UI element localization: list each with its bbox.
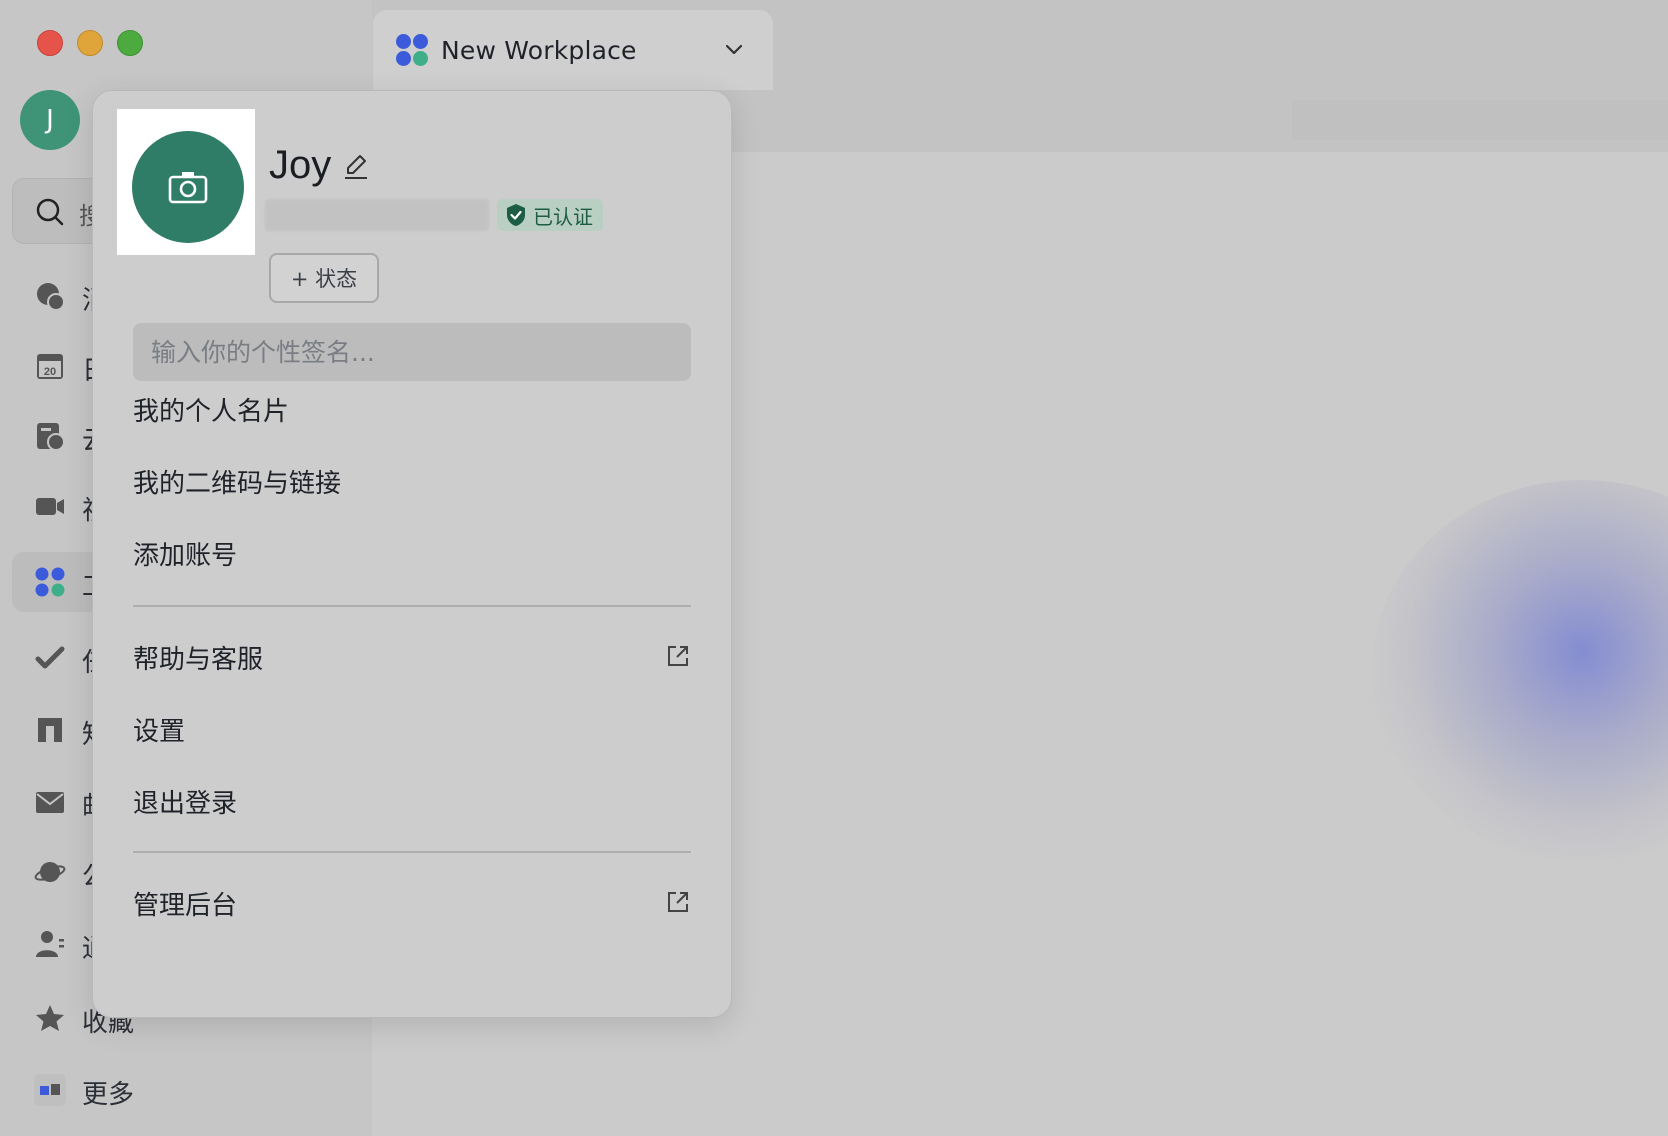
add-status-button[interactable]: + 状态 <box>269 253 379 303</box>
window-zoom-button[interactable] <box>117 30 143 56</box>
background-gradient <box>1372 480 1668 860</box>
video-meeting-icon <box>36 498 64 515</box>
menu-item-label: 帮助与客服 <box>133 644 264 675</box>
toolbar-placeholder <box>1292 100 1668 140</box>
cloud-docs-icon <box>37 423 65 451</box>
menu-item-profile-card[interactable]: 我的个人名片 <box>133 381 691 437</box>
app-window: New Workplace J 搜 消 20 日 <box>0 0 1668 1136</box>
sidebar-item-more[interactable]: 更多 <box>12 1060 172 1120</box>
search-icon <box>36 198 64 226</box>
star-icon <box>36 1005 64 1031</box>
window-minimize-button[interactable] <box>77 30 103 56</box>
menu-item-settings[interactable]: 设置 <box>133 701 691 757</box>
menu-item-label: 我的个人名片 <box>133 396 290 427</box>
workspace-title: New Workplace <box>441 35 637 65</box>
menu-divider <box>133 605 691 607</box>
menu-divider <box>133 851 691 853</box>
verified-shield-icon <box>507 204 525 226</box>
status-button-label: + 状态 <box>290 267 358 291</box>
menu-item-label: 添加账号 <box>133 540 238 571</box>
edit-name-icon[interactable] <box>343 153 369 181</box>
workplace-icon <box>35 567 65 597</box>
svg-text:20: 20 <box>44 366 56 378</box>
verified-label: 已认证 <box>533 204 593 229</box>
knowledge-icon <box>38 718 62 742</box>
contacts-icon <box>36 931 64 957</box>
menu-item-qrcode-link[interactable]: 我的二维码与链接 <box>133 453 691 509</box>
window-close-button[interactable] <box>37 30 63 56</box>
chevron-down-icon[interactable] <box>723 38 745 60</box>
profile-avatar[interactable] <box>132 131 244 243</box>
workplace-icon <box>395 33 429 67</box>
menu-item-admin[interactable]: 管理后台 <box>133 875 691 931</box>
messages-icon <box>37 283 65 311</box>
mail-icon <box>36 792 64 813</box>
avatar-upload-frame[interactable] <box>117 109 255 255</box>
redacted-info <box>265 199 489 231</box>
menu-item-label: 退出登录 <box>133 788 238 819</box>
profile-popup: Joy 已认证 + 状态 我的个人名片 我的二维码与链接 添加账号 <box>92 90 732 1018</box>
menu-item-add-account[interactable]: 添加账号 <box>133 525 691 581</box>
external-link-icon <box>668 892 688 912</box>
menu-item-label: 我的二维码与链接 <box>133 468 342 499</box>
avatar-initial: J <box>46 105 54 135</box>
menu-item-logout[interactable]: 退出登录 <box>133 773 691 829</box>
menu-item-label: 管理后台 <box>133 890 238 921</box>
planet-icon <box>34 862 66 882</box>
user-avatar[interactable]: J <box>20 90 80 150</box>
menu-item-help[interactable]: 帮助与客服 <box>133 629 691 685</box>
signature-input[interactable] <box>133 323 691 381</box>
menu-item-label: 设置 <box>133 716 186 747</box>
calendar-icon: 20 <box>37 354 63 379</box>
verified-badge: 已认证 <box>497 199 603 231</box>
camera-icon <box>168 172 208 204</box>
sidebar-item-label: 更多 <box>82 1080 135 1110</box>
external-link-icon <box>668 646 688 666</box>
tasks-icon <box>35 646 65 669</box>
more-apps-icon <box>34 1074 66 1106</box>
profile-name: Joy <box>269 143 332 187</box>
workspace-tab[interactable]: New Workplace <box>373 10 773 90</box>
